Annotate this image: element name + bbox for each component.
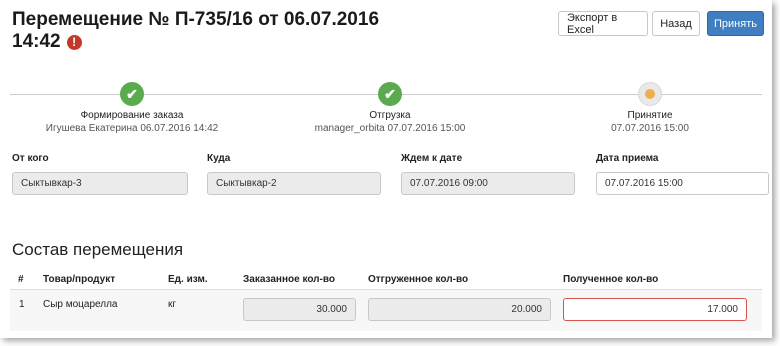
column-header-number: #	[18, 274, 24, 285]
title-line-2: 14:42 !	[12, 31, 379, 53]
check-icon: ✔	[378, 82, 402, 106]
column-header-unit: Ед. изм.	[168, 274, 208, 285]
column-header-shipped: Отгруженное кол-во	[368, 274, 469, 285]
to-label: Куда	[207, 153, 231, 164]
transfer-page: Перемещение № П-735/16 от 06.07.2016 14:…	[0, 0, 772, 338]
title-line-1: Перемещение № П-735/16 от 06.07.2016	[12, 9, 380, 30]
step-order-formation: ✔ Формирование заказа Игушева Екатерина …	[12, 82, 252, 134]
received-date-input[interactable]: 07.07.2016 15:00	[596, 172, 769, 195]
composition-title: Состав перемещения	[12, 240, 184, 259]
expected-date-label: Ждем к дате	[401, 153, 463, 164]
page-title: Перемещение № П-735/16 от 06.07.2016 14:…	[12, 9, 379, 53]
check-icon: ✔	[120, 82, 144, 106]
step-acceptance: Принятие 07.07.2016 15:00	[530, 82, 770, 134]
row-unit: кг	[168, 299, 177, 310]
warning-icon[interactable]: !	[66, 34, 82, 50]
step-sub: 07.07.2016 15:00	[611, 123, 689, 134]
expected-date-field: 07.07.2016 09:00	[401, 172, 575, 195]
back-button[interactable]: Назад	[652, 11, 700, 36]
step-shipment: ✔ Отгрузка manager_orbita 07.07.2016 15:…	[270, 82, 510, 134]
step-label: Принятие	[627, 110, 673, 121]
from-label: От кого	[12, 153, 49, 164]
received-date-label: Дата приема	[596, 153, 659, 164]
export-excel-button[interactable]: Экспорт в Excel	[558, 11, 648, 36]
ordered-quantity-field: 30.000	[243, 298, 356, 321]
received-quantity-input[interactable]: 17.000	[563, 298, 747, 321]
shipped-quantity-field: 20.000	[368, 298, 551, 321]
step-sub: manager_orbita 07.07.2016 15:00	[314, 123, 466, 134]
row-number: 1	[19, 299, 25, 310]
from-field: Сыктывкар-3	[12, 172, 188, 195]
to-field: Сыктывкар-2	[207, 172, 381, 195]
column-header-received: Полученное кол-во	[563, 274, 659, 285]
pending-icon	[638, 82, 662, 106]
column-header-product: Товар/продукт	[43, 274, 116, 285]
row-product: Сыр моцарелла	[43, 299, 118, 310]
step-sub: Игушева Екатерина 06.07.2016 14:42	[45, 123, 219, 134]
step-label: Отгрузка	[369, 110, 411, 121]
accept-button[interactable]: Принять	[707, 11, 764, 36]
title-time: 14:42	[12, 31, 61, 52]
step-label: Формирование заказа	[80, 110, 184, 121]
column-header-ordered: Заказанное кол-во	[243, 274, 335, 285]
